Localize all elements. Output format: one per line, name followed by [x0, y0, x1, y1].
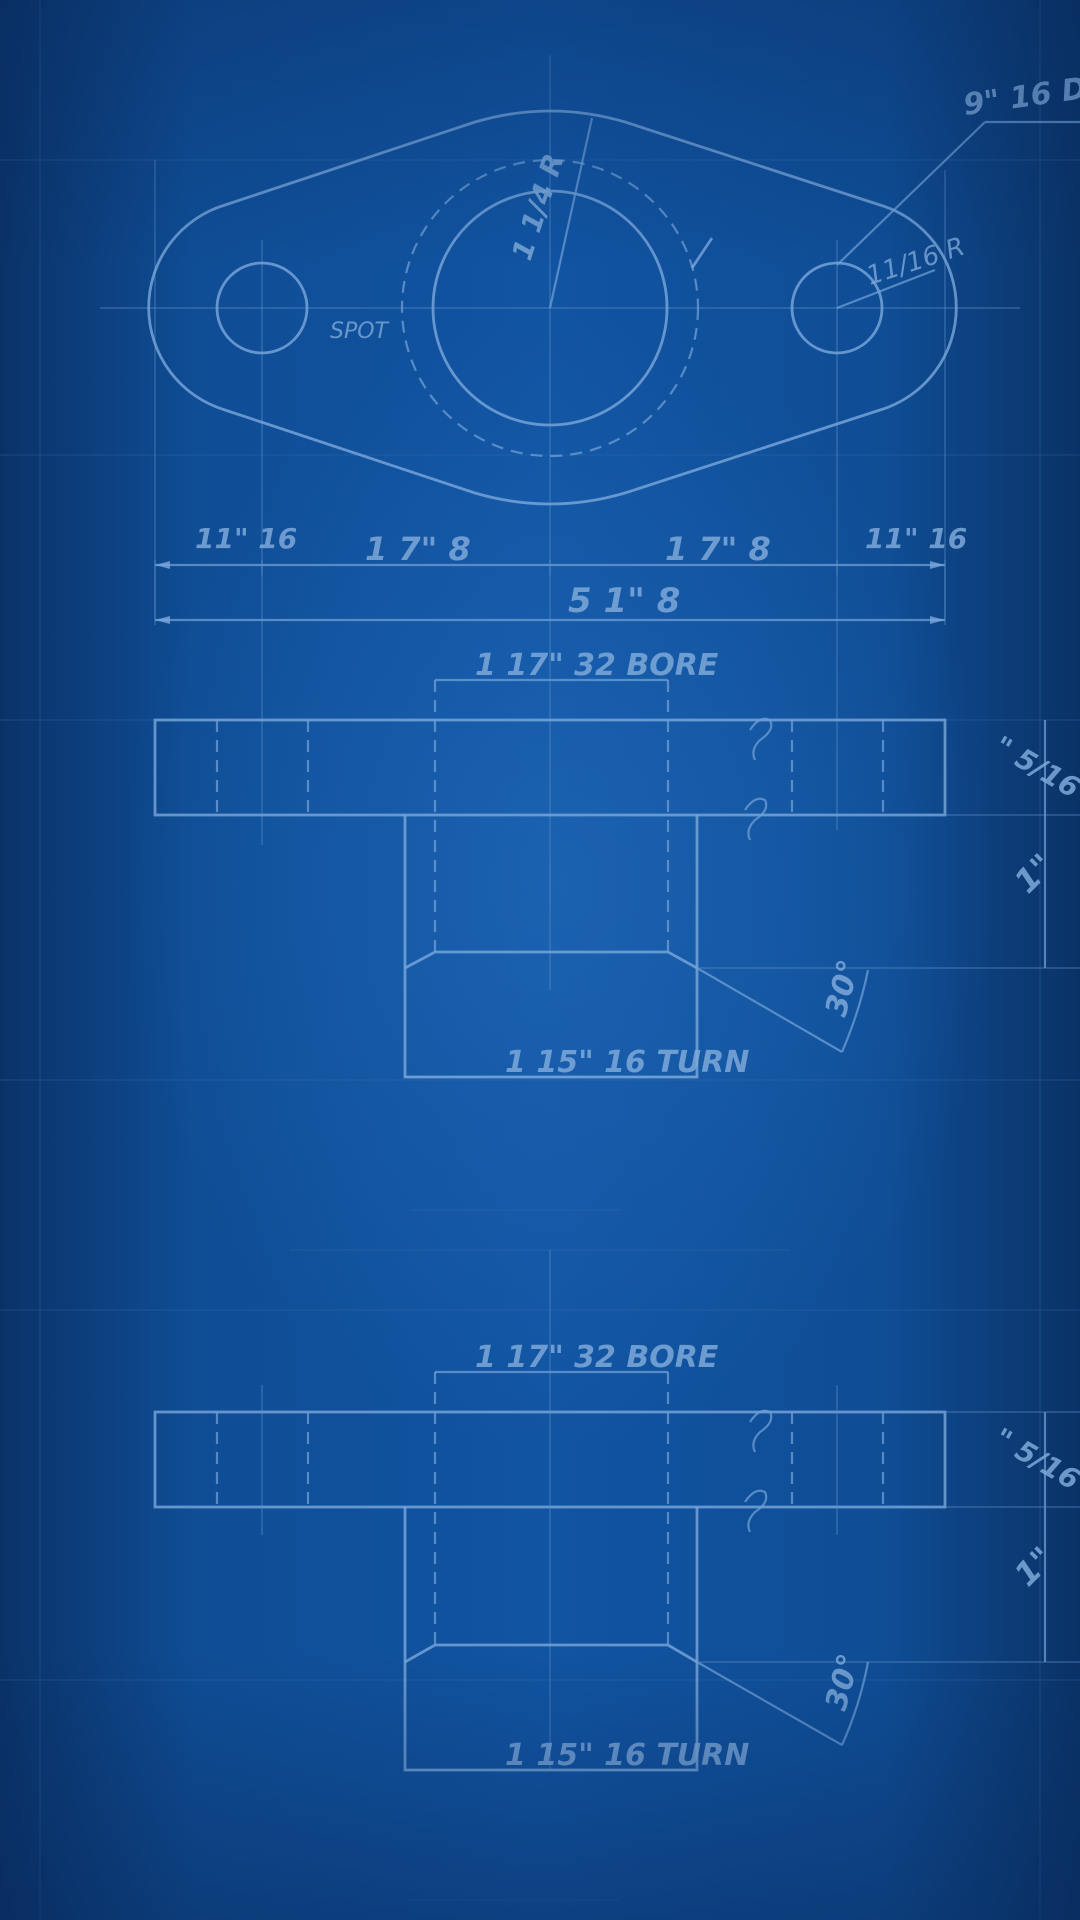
chamfer-angle-1: 30°	[819, 956, 867, 1020]
bore-label-2: 1 17" 32 BORE	[475, 1340, 719, 1375]
center-radius-label: 1 1/4 R	[505, 150, 570, 265]
drill-callout: 9" 16 DR	[961, 68, 1080, 123]
chamfer-angle-2: 30°	[819, 1650, 867, 1714]
turn-label-2: 1 15" 16 TURN	[505, 1738, 749, 1773]
hub-height-2: 1"	[1007, 1539, 1061, 1593]
bore-label-1: 1 17" 32 BORE	[475, 648, 719, 683]
dim-overall: 5 1" 8	[568, 581, 680, 621]
blueprint-drawing: 9" 16 DR 1 1/4 R 11/16 R SPOT 11" 16 1 7…	[0, 0, 1080, 1920]
hub-height-1: 1"	[1007, 846, 1061, 900]
blueprint-background: 9" 16 DR 1 1/4 R 11/16 R SPOT 11" 16 1 7…	[0, 0, 1080, 1920]
dim-left-center: 1 7" 8	[365, 530, 471, 568]
spot-label: SPOT	[330, 319, 390, 344]
section-view-1	[153, 678, 1080, 1079]
flange-thickness-1: " 5/16	[989, 729, 1080, 804]
dim-right-edge: 11" 16	[865, 522, 967, 555]
turn-label-1: 1 15" 16 TURN	[505, 1045, 749, 1080]
flange-thickness-2: " 5/16	[989, 1421, 1080, 1496]
construction-grid	[0, 0, 1080, 1920]
dim-left-edge: 11" 16	[195, 522, 297, 555]
dim-right-center: 1 7" 8	[665, 530, 771, 568]
section-view-2	[153, 1250, 1080, 1772]
